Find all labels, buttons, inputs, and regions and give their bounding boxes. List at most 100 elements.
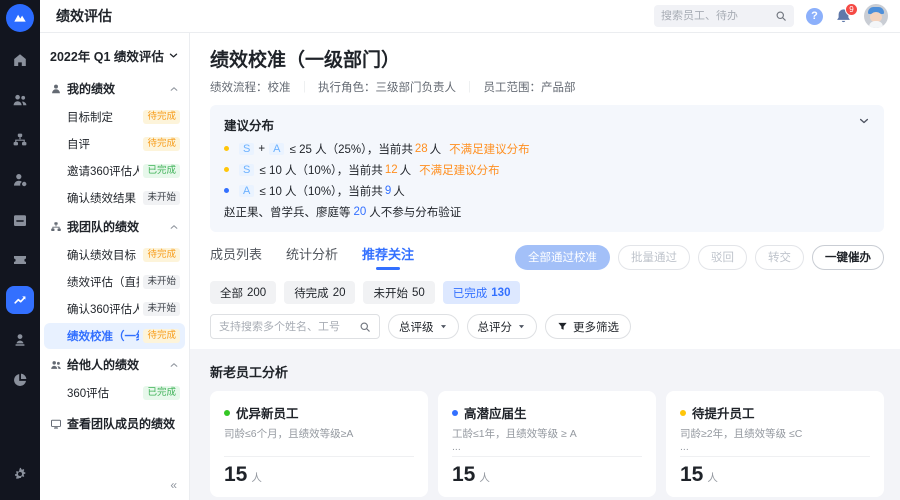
sidebar-item[interactable]: 360评估 已完成 (44, 380, 185, 406)
team-icon (50, 359, 62, 371)
meta-label: 执行角色： (318, 82, 376, 94)
notification-badge: 9 (845, 3, 858, 16)
status-badge: 已完成 (143, 164, 180, 178)
filter-dropdown-0[interactable]: 总评级 (388, 314, 459, 339)
action-button-2[interactable]: 驳回 (698, 244, 747, 270)
pill-count: 50 (411, 286, 425, 299)
chevron-down-icon (168, 50, 179, 61)
pill-label: 全部 (220, 287, 243, 300)
suggested-distribution-panel: 建议分布 S + A ≤ 25 人（25%），当前共 28 人不满足建议分布 S ≤ … (210, 105, 884, 232)
approval-icon[interactable] (6, 326, 34, 354)
tab-2[interactable]: 推荐关注 (362, 244, 414, 270)
sidebar-item[interactable]: 邀请360评估人 已完成 (44, 158, 185, 184)
card-name: 高潜应届生 (464, 407, 527, 421)
card-value: 15 (680, 463, 704, 486)
meta-line: 绩效流程： 校准 ｜ 执行角色： 三级部门负责人 ｜ 员工范围： 产品部 (210, 79, 884, 95)
help-button[interactable]: ? (806, 7, 823, 25)
user-avatar[interactable] (864, 4, 888, 28)
excluded-count: 20 (353, 205, 367, 218)
dropdown-label: 总评级 (399, 321, 434, 334)
status-badge: 待完成 (143, 110, 180, 124)
section-label: 我的绩效 (67, 82, 116, 96)
schedule-icon[interactable] (6, 206, 34, 234)
team-icon[interactable] (6, 86, 34, 114)
tab-1[interactable]: 统计分析 (286, 244, 338, 270)
filter-dropdown-1[interactable]: 总评分 (466, 314, 537, 339)
sidebar-item-label: 邀请360评估人 (67, 166, 140, 178)
sidebar-item[interactable]: 确认绩效结果 未开始 (44, 185, 185, 211)
notification-bell[interactable]: 9 (835, 3, 858, 25)
chevron-up-icon (169, 84, 179, 94)
more-filters-button[interactable]: 更多筛选 (545, 314, 631, 339)
meta-separator: ｜ (298, 82, 311, 94)
card-value: 15 (452, 463, 476, 486)
sidebar-item[interactable]: 绩效校准（一级部门） 待完成 (44, 323, 185, 349)
dropdown-label: 总评分 (477, 321, 513, 334)
rule-unit: 人 (399, 164, 412, 177)
org-icon[interactable] (6, 126, 34, 154)
cycle-sidebar: 2022年 Q1 绩效评估 我的绩效 目标制定 待完成 自评 待完成 邀请360评估人 已完… (40, 33, 190, 500)
card-criteria: 工龄≤1年，且绩效等级 ≥ A... (452, 428, 577, 453)
not-satisfied-warning: 不满足建议分布 (419, 164, 500, 177)
distribution-rule: S + A ≤ 25 人（25%），当前共 28 人不满足建议分布 (224, 138, 870, 159)
sidebar-section-0[interactable]: 我的绩效 (44, 74, 185, 103)
action-button-3[interactable]: 转交 (755, 244, 804, 270)
sidebar-section-2[interactable]: 给他人的绩效 (44, 350, 185, 379)
sidebar-item-label: 360评估 (67, 388, 110, 400)
sidebar-item[interactable]: 自评 待完成 (44, 131, 185, 157)
sidebar-item[interactable]: 绩效评估（直接下级） 未开始 (44, 269, 185, 295)
suggestion-title: 建议分布 (224, 119, 275, 133)
pill-count: 200 (247, 286, 267, 299)
status-pill-3[interactable]: 已完成 130 (442, 281, 521, 304)
performance-icon[interactable] (6, 286, 34, 314)
view-team-members-link[interactable]: 查看团队成员的绩效 (44, 407, 185, 440)
home-icon[interactable] (6, 46, 34, 74)
analysis-card-1: 高潜应届生 工龄≤1年，且绩效等级 ≥ A... 15 人 (438, 391, 656, 497)
current-count: 28 (414, 142, 428, 155)
card-value: 15 (224, 463, 248, 486)
meta-value: 三级部门负责人 (375, 82, 457, 94)
sidebar-section-1[interactable]: 我团队的绩效 (44, 212, 185, 241)
badge-icon[interactable] (6, 246, 34, 274)
cycle-selector[interactable]: 2022年 Q1 绩效评估 (44, 43, 185, 74)
rule-unit: 人 (429, 143, 442, 156)
status-pill-2[interactable]: 未开始 50 (363, 281, 435, 304)
card-criteria: 司龄≥2年，且绩效等级 ≤C... (680, 428, 803, 453)
sidebar-item[interactable]: 目标制定 待完成 (44, 104, 185, 130)
action-button-0[interactable]: 全部通过校准 (515, 244, 610, 270)
global-search[interactable] (654, 5, 794, 27)
monitor-icon (50, 418, 62, 430)
chevron-down-icon[interactable] (858, 115, 870, 127)
section-label: 我团队的绩效 (67, 220, 140, 234)
rule-bullet-icon (224, 167, 229, 172)
sidebar-item-label: 自评 (67, 139, 90, 151)
distribution-rule: S ≤ 10 人（10%），当前共 12 人不满足建议分布 (224, 159, 870, 180)
task-tree: 我的绩效 目标制定 待完成 自评 待完成 邀请360评估人 已完成 确认绩效结果 未开始 我团队的… (44, 74, 185, 476)
filter-row: 总评级 总评分 更多筛选 (210, 314, 884, 339)
action-button-4[interactable]: 一键催办 (812, 244, 884, 270)
global-search-input[interactable] (661, 10, 775, 22)
tab-0[interactable]: 成员列表 (210, 244, 262, 270)
member-search[interactable] (210, 314, 380, 339)
chevron-up-icon (169, 222, 179, 232)
rule-condition: ≤ 25 人（25%），当前共 (286, 143, 413, 156)
status-filter-pills: 全部 200 待完成 20 未开始 50 已完成 130 (210, 281, 884, 304)
card-value-row: 15 人 (680, 463, 870, 487)
settings-icon[interactable] (6, 460, 34, 488)
member-search-input[interactable] (219, 320, 359, 333)
current-count: 9 (384, 184, 392, 197)
sidebar-item[interactable]: 确认360评估人 未开始 (44, 296, 185, 322)
talent-icon[interactable] (6, 166, 34, 194)
analysis-area: 新老员工分析 优异新员工 司龄≤6个月，且绩效等级≥A 15 人高潜应届生 工龄≤1年，… (190, 349, 900, 500)
sidebar-item-label: 确认360评估人 (67, 304, 140, 316)
action-button-1[interactable]: 批量通过 (618, 244, 690, 270)
status-pill-0[interactable]: 全部 200 (210, 281, 277, 304)
card-divider (680, 456, 870, 457)
sidebar-collapse-button[interactable]: « (162, 476, 185, 494)
sidebar-item[interactable]: 确认绩效目标（直接... 待完成 (44, 242, 185, 268)
card-unit: 人 (251, 472, 262, 484)
status-pill-1[interactable]: 待完成 20 (284, 281, 356, 304)
report-icon[interactable] (6, 366, 34, 394)
caret-down-icon (439, 322, 448, 331)
app-logo[interactable] (6, 4, 34, 32)
